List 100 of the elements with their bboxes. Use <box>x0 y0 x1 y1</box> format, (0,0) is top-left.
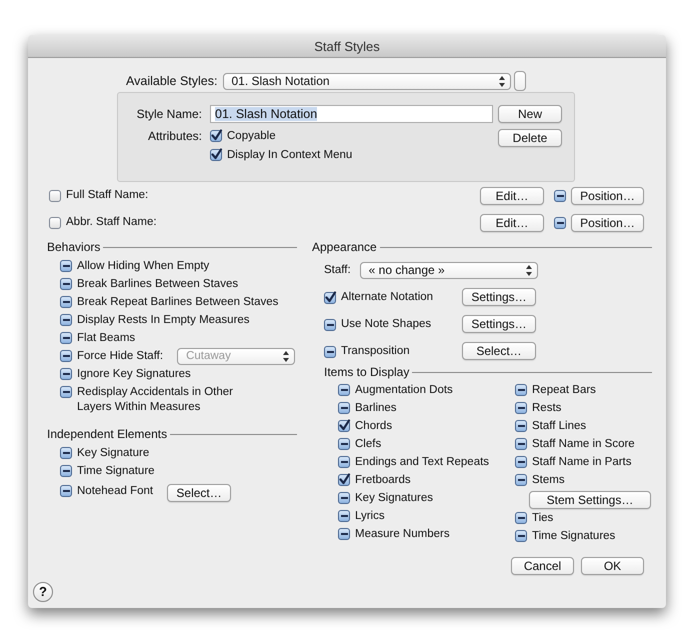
staff-label: Staff: <box>324 263 351 278</box>
option-label: Notehead Font <box>77 484 154 499</box>
checkbox[interactable] <box>515 512 527 524</box>
ok-button[interactable]: OK <box>581 557 644 575</box>
checkbox[interactable] <box>324 318 336 330</box>
option-label: Staff Name in Parts <box>532 455 632 470</box>
checkbox[interactable] <box>49 190 61 202</box>
new-button[interactable]: New <box>498 105 562 123</box>
checkbox[interactable] <box>554 217 566 229</box>
help-button[interactable]: ? <box>33 582 53 602</box>
checkbox[interactable] <box>515 402 527 414</box>
attributes-label: Attributes: <box>146 129 202 143</box>
checkbox[interactable] <box>60 368 72 380</box>
section-title: Items to Display <box>324 365 410 380</box>
updown-arrows-icon <box>498 76 504 86</box>
option-label: Fretboards <box>355 473 411 488</box>
option-label: Abbr. Staff Name: <box>66 215 158 230</box>
option-label: Ties <box>532 511 554 526</box>
option-label: Barlines <box>355 401 397 416</box>
checkbox[interactable] <box>338 402 350 414</box>
checkbox[interactable] <box>338 384 350 396</box>
checkbox[interactable] <box>338 492 350 504</box>
checkbox[interactable] <box>49 217 61 229</box>
checkbox[interactable] <box>338 420 350 432</box>
option-label: Copyable <box>227 129 276 144</box>
edit-button[interactable]: Edit… <box>480 186 544 204</box>
window-title: Staff Styles <box>314 38 380 54</box>
style-name-label: Style Name: <box>136 107 202 121</box>
option-label: Time Signatures <box>532 529 616 544</box>
option-label: Measure Numbers <box>355 527 450 542</box>
checkbox[interactable] <box>60 278 72 290</box>
settings-button[interactable]: Select… <box>462 342 536 360</box>
edit-button[interactable]: Edit… <box>480 214 544 232</box>
checkbox[interactable] <box>60 314 72 326</box>
style-name-field[interactable]: 01. Slash Notation <box>210 105 493 123</box>
checkbox[interactable] <box>515 438 527 450</box>
available-styles-label: Available Styles: <box>126 74 218 88</box>
option-label: Force Hide Staff: <box>77 349 164 364</box>
option-label: Flat Beams <box>77 331 136 346</box>
option-label: Repeat Bars <box>532 383 596 398</box>
checkbox[interactable] <box>515 530 527 542</box>
settings-button[interactable]: Settings… <box>462 315 536 333</box>
checkbox[interactable] <box>60 386 72 398</box>
staff-dropdown[interactable]: « no change » <box>360 262 538 279</box>
updown-arrows-icon <box>526 265 532 276</box>
option-label: Key Signatures <box>355 491 433 506</box>
checkbox[interactable] <box>554 190 566 202</box>
checkbox[interactable] <box>60 296 72 308</box>
option-label: Staff Name in Score <box>532 437 635 452</box>
section-title: Independent Elements <box>47 427 168 442</box>
stem-settings-button[interactable]: Stem Settings… <box>529 491 651 509</box>
checkbox[interactable] <box>338 438 350 450</box>
checkbox[interactable] <box>338 528 350 540</box>
option-label: Break Repeat Barlines Between Staves <box>77 295 278 310</box>
cancel-button[interactable]: Cancel <box>511 557 574 575</box>
checkbox[interactable] <box>338 510 350 522</box>
settings-button[interactable]: Settings… <box>462 288 536 306</box>
option-label: Lyrics <box>355 509 385 524</box>
option-label: Endings and Text Repeats <box>355 455 490 470</box>
position-button[interactable]: Position… <box>571 214 644 232</box>
styles-dropdown[interactable]: 01. Slash Notation <box>222 72 510 90</box>
section-title: Behaviors <box>47 240 100 255</box>
option-label: Key Signature <box>77 446 150 461</box>
updown-arrows-icon <box>283 351 290 362</box>
select-button[interactable]: Select… <box>167 484 232 502</box>
option-label: Redisplay Accidentals in Other Layers Within Measures <box>77 385 234 415</box>
section-title: Appearance <box>312 240 377 255</box>
option-label: Staff Lines <box>532 419 586 434</box>
delete-button[interactable]: Delete <box>498 129 562 147</box>
option-label: Rests <box>532 401 562 416</box>
checkbox[interactable] <box>60 465 72 477</box>
checkbox[interactable] <box>338 456 350 468</box>
stepper[interactable] <box>514 71 526 91</box>
checkbox[interactable] <box>60 485 72 497</box>
checkbox[interactable] <box>324 346 336 358</box>
option-label: Augmentation Dots <box>355 383 453 398</box>
position-button[interactable]: Position… <box>571 186 644 204</box>
checkbox[interactable] <box>60 447 72 459</box>
option-label: Display Rests In Empty Measures <box>77 313 250 328</box>
option-label: Clefs <box>355 437 382 452</box>
checkbox[interactable] <box>515 456 527 468</box>
checkbox[interactable] <box>515 384 527 396</box>
checkbox[interactable] <box>515 474 527 486</box>
option-label: Use Note Shapes <box>341 316 432 332</box>
checkbox[interactable] <box>60 260 72 272</box>
option-label: Ignore Key Signatures <box>77 367 191 382</box>
option-label: Transposition <box>341 344 411 358</box>
checkbox[interactable] <box>338 474 350 486</box>
checkbox[interactable] <box>324 292 336 304</box>
option-label: Stems <box>532 473 565 488</box>
option-label: Allow Hiding When Empty <box>77 259 210 274</box>
option-label: Chords <box>355 419 392 434</box>
checkbox[interactable] <box>210 149 222 161</box>
checkbox[interactable] <box>60 332 72 344</box>
option-label: Full Staff Name: <box>66 188 150 203</box>
checkbox[interactable] <box>515 420 527 432</box>
option-label: Alternate Notation <box>341 290 434 304</box>
option-label: Display In Context Menu <box>227 148 352 163</box>
checkbox[interactable] <box>210 130 222 142</box>
option-label: Time Signature <box>77 464 155 479</box>
